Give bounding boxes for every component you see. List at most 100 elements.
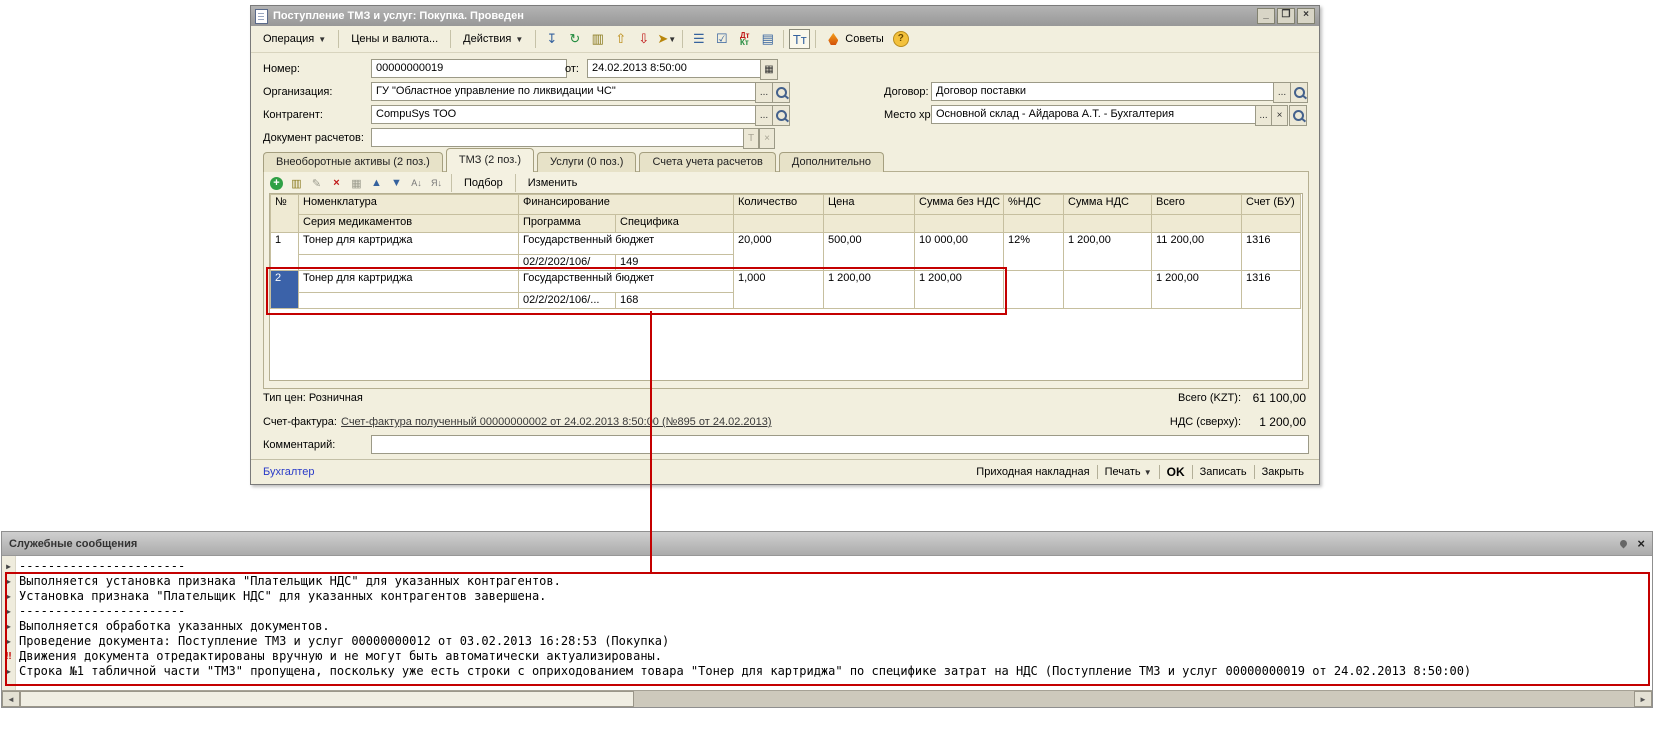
- move-up-icon[interactable]: ▲: [368, 175, 385, 191]
- quantity-cell[interactable]: 20,000: [734, 233, 824, 271]
- warehouse-clear-button[interactable]: ×: [1271, 105, 1288, 126]
- message-line[interactable]: ▶Проведение документа: Поступление ТМЗ и…: [2, 634, 1652, 649]
- tab-additional[interactable]: Дополнительно: [779, 152, 884, 172]
- maximize-button[interactable]: ❐: [1277, 8, 1295, 24]
- counterparty-select-button[interactable]: ...: [755, 105, 773, 126]
- col-header-account[interactable]: Счет (БУ): [1242, 195, 1301, 215]
- settlement-type-button[interactable]: Т: [743, 128, 759, 149]
- col-header-sum-wo-vat[interactable]: Сумма без НДС: [915, 195, 1004, 215]
- comment-field[interactable]: [371, 435, 1309, 454]
- series-cell[interactable]: [299, 293, 519, 309]
- tab-noncurrent-assets[interactable]: Внеоборотные активы (2 поз.): [263, 152, 443, 172]
- account-cell[interactable]: 1316: [1242, 233, 1301, 271]
- sort-asc-icon[interactable]: А↓: [408, 175, 425, 191]
- header-fields-toggle-icon[interactable]: Тт: [789, 29, 810, 49]
- message-line[interactable]: ▶-----------------------: [2, 559, 1652, 574]
- delete-row-icon[interactable]: ×: [328, 175, 345, 191]
- print-button[interactable]: Печать ▼: [1098, 464, 1159, 480]
- vat-sum-cell[interactable]: 1 200,00: [1064, 233, 1152, 271]
- col-header-financing[interactable]: Финансирование: [519, 195, 734, 215]
- warehouse-select-button[interactable]: ...: [1255, 105, 1272, 126]
- col-header-series[interactable]: Серия медикаментов: [299, 215, 519, 233]
- message-line[interactable]: ▶Выполняется установка признака "Платель…: [2, 574, 1652, 589]
- col-header-vat-percent[interactable]: %НДС: [1004, 195, 1064, 215]
- tab-services[interactable]: Услуги (0 поз.): [537, 152, 636, 172]
- total-cell[interactable]: 1 200,00: [1152, 271, 1242, 309]
- program-cell[interactable]: 02/2/202/106/: [519, 255, 616, 271]
- scroll-left-icon[interactable]: ◄: [2, 691, 20, 707]
- vat-sum-cell[interactable]: [1064, 271, 1152, 309]
- contract-field[interactable]: Договор поставки: [931, 82, 1281, 101]
- counterparty-field[interactable]: CompuSys ТОО: [371, 105, 763, 124]
- message-line[interactable]: ▶Выполняется обработка указанных докумен…: [2, 619, 1652, 634]
- grid-icon[interactable]: ▦: [348, 175, 365, 191]
- sort-desc-icon[interactable]: Я↓: [428, 175, 445, 191]
- go-to-icon[interactable]: ➤▼: [656, 29, 677, 49]
- ok-button[interactable]: OK: [1160, 463, 1192, 481]
- counterparty-open-button[interactable]: [772, 105, 790, 126]
- invoice-link[interactable]: Счет-фактура полученный 00000000002 от 2…: [341, 416, 772, 428]
- warehouse-field[interactable]: Основной склад - Айдарова А.Т. - Бухгалт…: [931, 105, 1263, 124]
- col-header-num[interactable]: №: [271, 195, 299, 233]
- operation-menu-button[interactable]: Операция▼: [256, 29, 333, 49]
- document-structure-icon[interactable]: ☰: [688, 29, 709, 49]
- change-button[interactable]: Изменить: [522, 175, 584, 191]
- post-icon[interactable]: ⇧: [610, 29, 631, 49]
- series-cell[interactable]: [299, 255, 519, 271]
- pick-button[interactable]: Подбор: [458, 175, 509, 191]
- copy-row-icon[interactable]: ▥: [288, 175, 305, 191]
- settlement-clear-button[interactable]: ×: [759, 128, 775, 149]
- tab-settlement-accounts[interactable]: Счета учета расчетов: [639, 152, 775, 172]
- scroll-right-icon[interactable]: ►: [1634, 691, 1652, 707]
- col-header-specifics[interactable]: Специфика: [616, 215, 734, 233]
- col-header-vat-sum[interactable]: Сумма НДС: [1064, 195, 1152, 215]
- quantity-cell[interactable]: 1,000: [734, 271, 824, 309]
- number-field[interactable]: 00000000019: [371, 59, 567, 78]
- horizontal-scrollbar[interactable]: ◄ ►: [2, 690, 1652, 707]
- date-field[interactable]: 24.02.2013 8:50:00: [587, 59, 767, 78]
- col-header-price[interactable]: Цена: [824, 195, 915, 215]
- col-header-quantity[interactable]: Количество: [734, 195, 824, 215]
- vat-percent-cell[interactable]: 12%: [1004, 233, 1064, 271]
- table-row[interactable]: 2 Тонер для картриджа Государственный бю…: [271, 271, 1301, 293]
- program-cell[interactable]: 02/2/202/106/...: [519, 293, 616, 309]
- scrollbar-thumb[interactable]: [20, 691, 634, 707]
- warehouse-open-button[interactable]: [1289, 105, 1307, 126]
- contract-select-button[interactable]: ...: [1273, 82, 1291, 103]
- copy-icon[interactable]: ▥: [587, 29, 608, 49]
- edit-row-icon[interactable]: ✎: [308, 175, 325, 191]
- organization-open-button[interactable]: [772, 82, 790, 103]
- message-line[interactable]: ▶Установка признака "Плательщик НДС" для…: [2, 589, 1652, 604]
- actions-menu-button[interactable]: Действия▼: [456, 29, 530, 49]
- results-icon[interactable]: ▤: [757, 29, 778, 49]
- responsible-link[interactable]: Бухгалтер: [263, 466, 314, 478]
- row-number-cell[interactable]: 1: [271, 233, 299, 271]
- financing-cell[interactable]: Государственный бюджет: [519, 233, 734, 255]
- vat-percent-cell[interactable]: [1004, 271, 1064, 309]
- message-line[interactable]: ▶Строка №1 табличной части "ТМЗ" пропуще…: [2, 664, 1652, 679]
- message-line[interactable]: ▶-----------------------: [2, 604, 1652, 619]
- messages-titlebar[interactable]: Служебные сообщения ×: [2, 532, 1652, 556]
- messages-close-icon[interactable]: ×: [1637, 538, 1645, 550]
- minimize-button[interactable]: _: [1257, 8, 1275, 24]
- move-down-icon[interactable]: ▼: [388, 175, 405, 191]
- window-titlebar[interactable]: Поступление ТМЗ и услуг: Покупка. Провед…: [251, 6, 1319, 26]
- financing-cell[interactable]: Государственный бюджет: [519, 271, 734, 293]
- dt-kt-icon[interactable]: ДтКт: [734, 29, 755, 49]
- organization-select-button[interactable]: ...: [755, 82, 773, 103]
- nomenclature-cell[interactable]: Тонер для картриджа: [299, 271, 519, 293]
- goods-receipt-note-button[interactable]: Приходная накладная: [969, 464, 1096, 480]
- pin-icon[interactable]: [1619, 539, 1629, 549]
- set-flags-icon[interactable]: ☑: [711, 29, 732, 49]
- specifics-cell[interactable]: 149: [616, 255, 734, 271]
- total-cell[interactable]: 11 200,00: [1152, 233, 1242, 271]
- sum-wo-vat-cell[interactable]: 1 200,00: [915, 271, 1004, 309]
- save-button[interactable]: Записать: [1193, 464, 1254, 480]
- settlement-doc-field[interactable]: [371, 128, 751, 147]
- post-and-close-icon[interactable]: ↧: [541, 29, 562, 49]
- organization-field[interactable]: ГУ "Областное управление по ликвидации Ч…: [371, 82, 763, 101]
- col-header-nomenclature[interactable]: Номенклатура: [299, 195, 519, 215]
- cancel-posting-icon[interactable]: ⇩: [633, 29, 654, 49]
- nomenclature-cell[interactable]: Тонер для картриджа: [299, 233, 519, 255]
- specifics-cell[interactable]: 168: [616, 293, 734, 309]
